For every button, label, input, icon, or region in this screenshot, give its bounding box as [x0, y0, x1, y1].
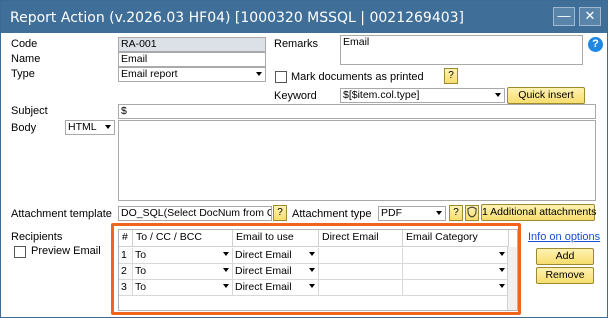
- recipients-label: Recipients: [11, 231, 63, 243]
- type-label: Type: [11, 68, 35, 80]
- shield-icon[interactable]: [465, 205, 479, 221]
- attachment-template-label: Attachment template: [11, 208, 112, 220]
- preview-email-label: Preview Email: [31, 245, 101, 257]
- info-on-options-link[interactable]: Info on options: [528, 231, 600, 243]
- name-label: Name: [11, 53, 41, 65]
- code-label: Code: [11, 38, 38, 50]
- attachment-template-field[interactable]: DO_SQL(Select DocNum from ODLN: [118, 206, 272, 221]
- attachment-type-label: Attachment type: [292, 208, 372, 220]
- mark-printed-label: Mark documents as printed: [291, 71, 424, 83]
- body-format-value: HTML: [68, 121, 97, 133]
- body-textarea[interactable]: [118, 120, 596, 201]
- attachment-template-help-button[interactable]: ?: [273, 205, 287, 221]
- mark-printed-checkbox[interactable]: [275, 71, 287, 83]
- close-button[interactable]: ✕: [579, 7, 601, 26]
- add-button[interactable]: Add: [536, 248, 594, 265]
- attachment-type-help-button[interactable]: ?: [449, 205, 463, 221]
- additional-attachments-button[interactable]: 1 Additional attachments: [481, 204, 596, 221]
- report-action-window: Report Action (v.2026.03 HF04) [1000320 …: [0, 0, 608, 318]
- window-title: Report Action (v.2026.03 HF04) [1000320 …: [10, 10, 465, 26]
- help-icon[interactable]: ?: [588, 37, 603, 52]
- chevron-down-icon: [105, 125, 111, 129]
- remove-button[interactable]: Remove: [536, 267, 594, 284]
- subject-label: Subject: [11, 105, 48, 117]
- preview-email-checkbox[interactable]: [14, 246, 26, 258]
- code-field[interactable]: RA-001: [118, 37, 266, 52]
- keyword-value: $[$item.col.type]: [343, 89, 420, 101]
- attachment-type-value: PDF: [381, 207, 402, 219]
- title-bar[interactable]: Report Action (v.2026.03 HF04) [1000320 …: [1, 1, 607, 33]
- chevron-down-icon: [436, 211, 442, 215]
- body-label: Body: [11, 122, 37, 134]
- mark-printed-help-button[interactable]: ?: [444, 68, 458, 84]
- body-format-dropdown[interactable]: HTML: [65, 120, 115, 135]
- chevron-down-icon: [256, 72, 262, 76]
- remarks-textarea[interactable]: Email: [340, 35, 583, 65]
- subject-field[interactable]: $: [118, 104, 596, 119]
- type-dropdown[interactable]: Email report: [118, 67, 266, 82]
- attachment-type-dropdown[interactable]: PDF: [378, 206, 446, 221]
- quick-insert-button[interactable]: Quick insert: [507, 87, 585, 104]
- name-field[interactable]: Email: [118, 52, 266, 67]
- chevron-down-icon: [495, 93, 501, 97]
- keyword-label: Keyword: [274, 90, 317, 102]
- remarks-label: Remarks: [274, 38, 319, 50]
- type-value: Email report: [121, 68, 178, 80]
- keyword-dropdown[interactable]: $[$item.col.type]: [340, 88, 505, 103]
- minimize-button[interactable]: —: [553, 7, 575, 26]
- highlight-box: [111, 223, 521, 315]
